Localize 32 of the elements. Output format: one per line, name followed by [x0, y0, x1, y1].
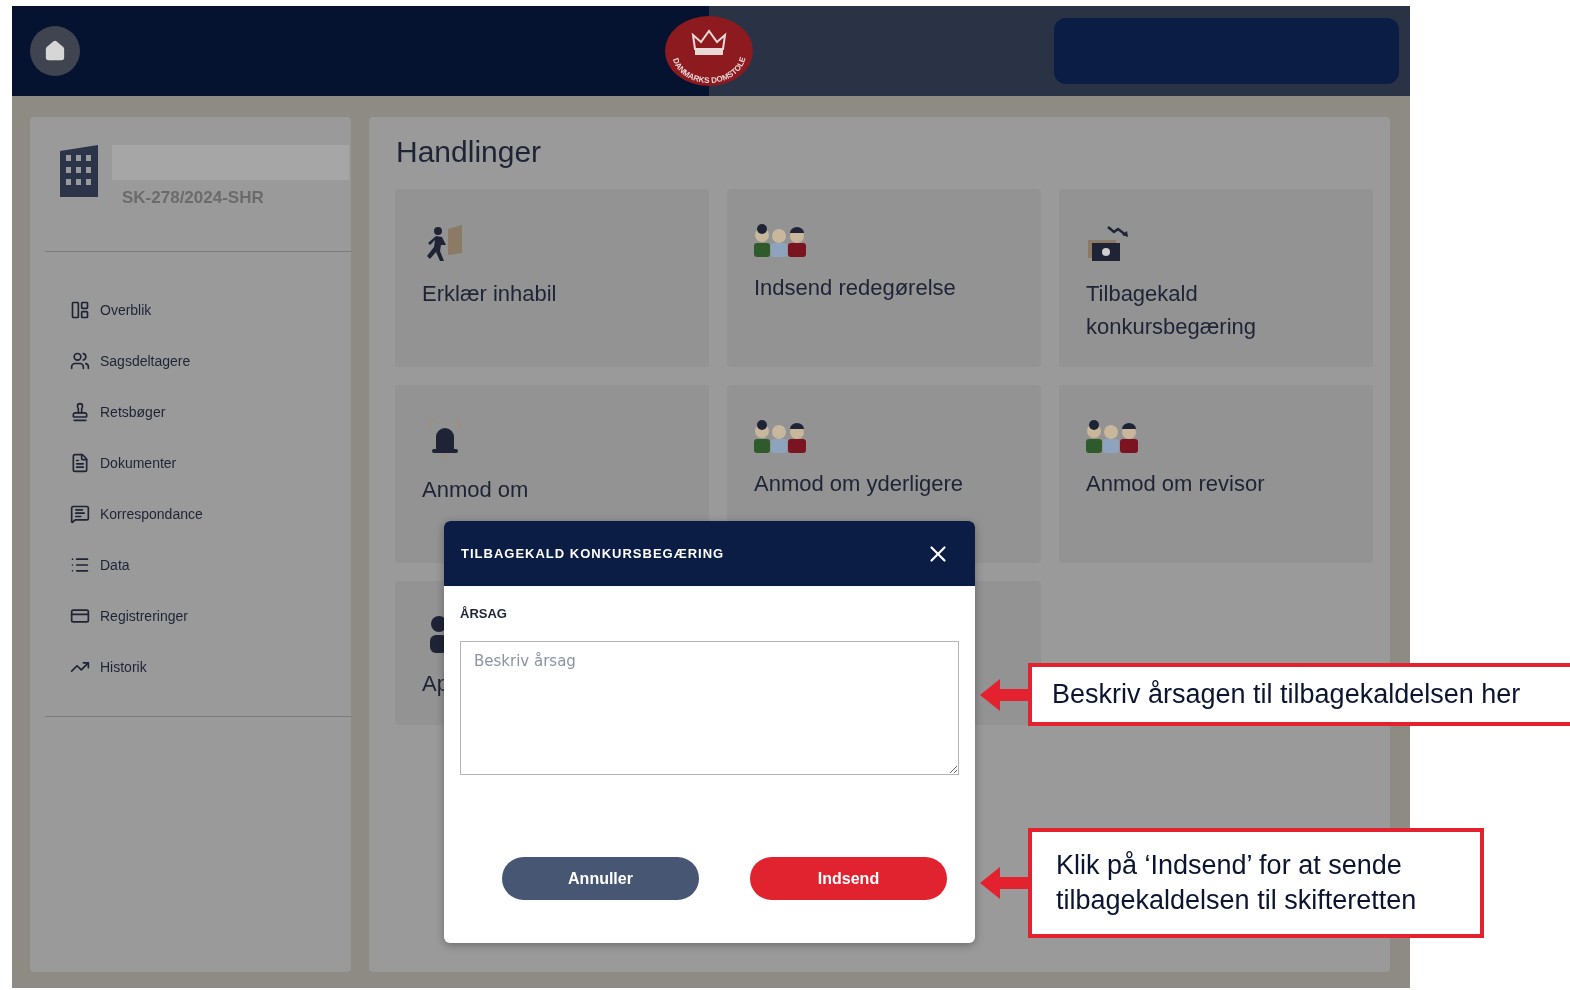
sidebar-item[interactable]: Overblik [70, 284, 152, 335]
callout-text: Klik på ‘Indsend’ for at sende tilbagekaldelsen til skifteretten [1028, 828, 1484, 938]
message-icon [70, 503, 90, 524]
submit-button[interactable]: Indsend [750, 857, 947, 900]
sidebar-item[interactable]: Data [70, 539, 130, 590]
document-icon [70, 452, 90, 473]
pointer-arrow [980, 676, 1028, 713]
section-title: Handlinger [396, 135, 542, 169]
sidebar-item[interactable]: Dokumenter [70, 437, 177, 488]
action-card[interactable]: Tilbagekald konkursbegæring [1059, 189, 1373, 367]
sidebar-item[interactable]: Registreringer [70, 590, 188, 641]
reason-field[interactable]: Beskriv årsag [460, 641, 959, 775]
action-card[interactable]: Anmod om revisor [1059, 385, 1373, 563]
sidebar-item[interactable]: Sagsdeltagere [70, 335, 191, 386]
cancel-button[interactable]: Annuller [502, 857, 699, 900]
action-card[interactable]: Erklær inhabil [395, 189, 709, 367]
action-card[interactable]: Indsend redegørelse [727, 189, 1041, 367]
sidebar-item[interactable]: Korrespondance [70, 488, 203, 539]
stamp-icon [70, 401, 90, 422]
people-icon [754, 419, 806, 453]
people-icon [1086, 419, 1138, 453]
people-icon [70, 350, 90, 371]
callout-text: Beskriv årsagen til tilbagekaldelsen her [1028, 663, 1570, 726]
home-icon [44, 40, 66, 62]
home-button[interactable] [30, 26, 80, 76]
layout-icon [70, 299, 90, 320]
people-icon [754, 223, 806, 257]
field-label: ÅRSAG [460, 606, 507, 621]
sidebar-item[interactable]: Historik [70, 641, 147, 692]
pointer-arrow [980, 865, 1028, 901]
building-icon [58, 145, 100, 197]
sidebar-item[interactable]: Retsbøger [70, 386, 166, 437]
